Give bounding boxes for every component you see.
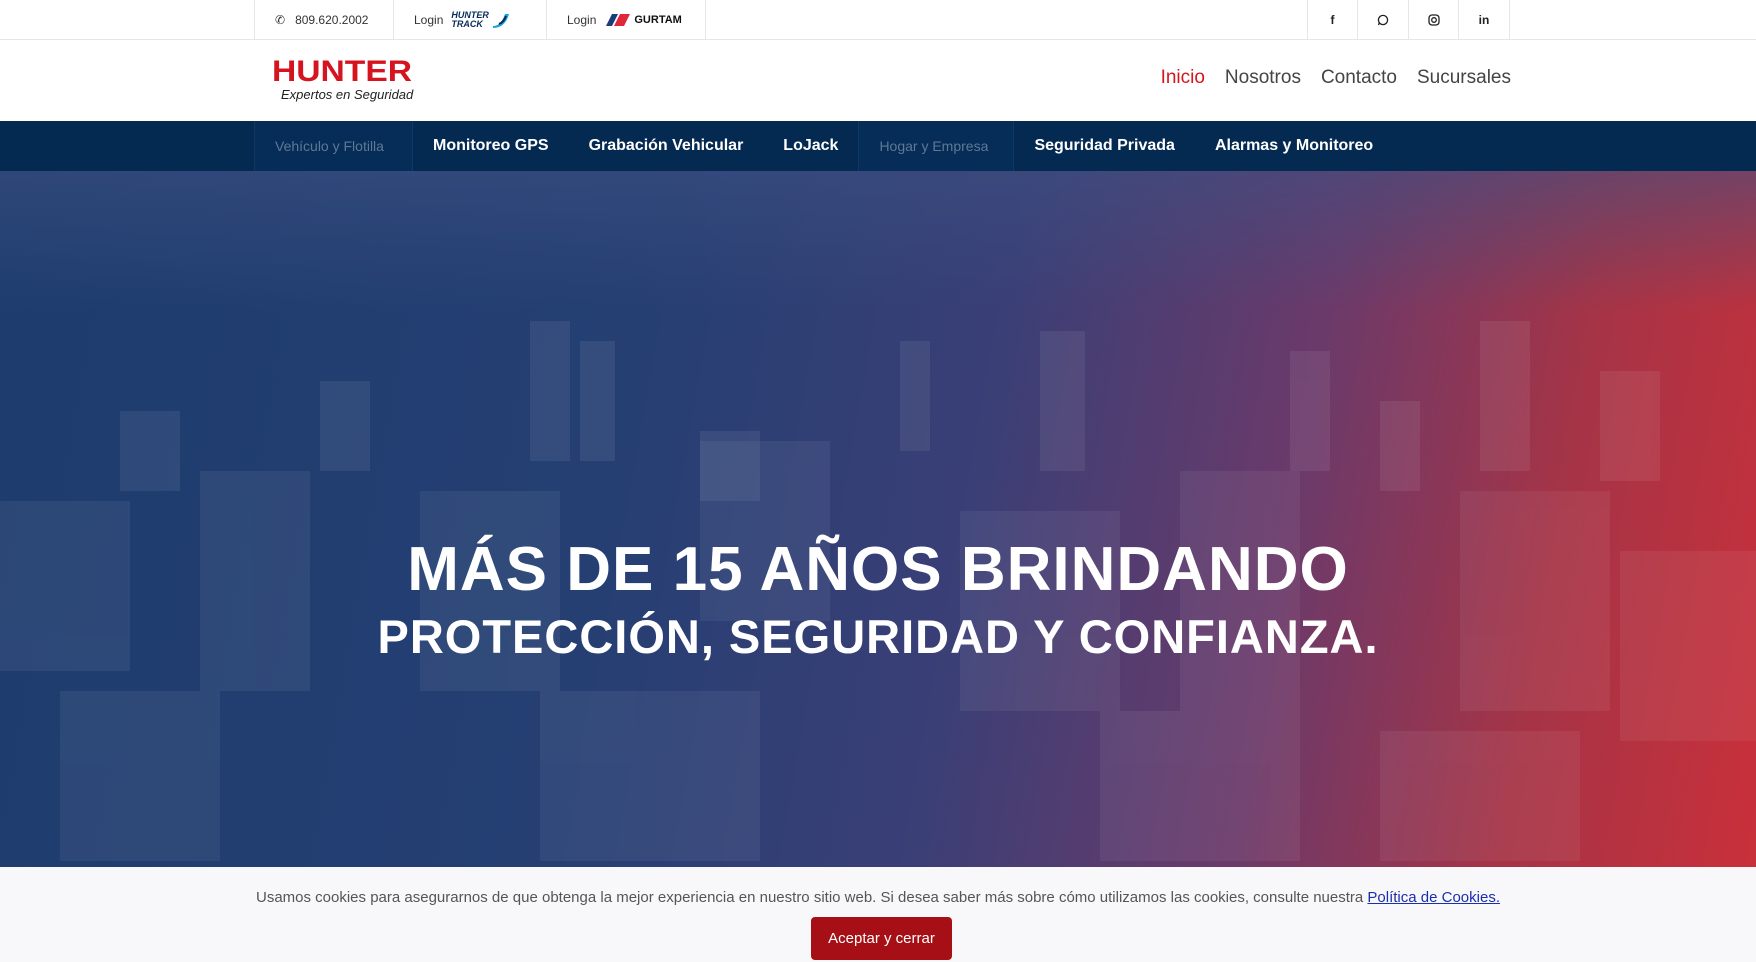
cookie-message-row: Usamos cookies para asegurarnos de que o… xyxy=(0,889,1756,906)
login-label: Login xyxy=(414,13,444,27)
category-seguridad-privada[interactable]: Seguridad Privada xyxy=(1014,121,1195,171)
nav-nosotros[interactable]: Nosotros xyxy=(1225,67,1301,89)
nav-inicio[interactable]: Inicio xyxy=(1161,67,1205,89)
gurtam-wordmark: GURTAM xyxy=(634,14,682,26)
nav-sucursales[interactable]: Sucursales xyxy=(1417,67,1511,89)
whatsapp-icon[interactable] xyxy=(1357,0,1407,40)
gurtam-mark-icon xyxy=(606,14,631,26)
category-grabacion-vehicular[interactable]: Grabación Vehicular xyxy=(569,121,764,171)
phone-number: 809.620.2002 xyxy=(295,13,369,27)
category-bar-inner: Vehículo y Flotilla Monitoreo GPS Grabac… xyxy=(254,121,1393,171)
phone-contact[interactable]: ✆ 809.620.2002 xyxy=(254,0,393,40)
phone-icon: ✆ xyxy=(275,13,286,27)
login-label: Login xyxy=(567,13,597,27)
cookie-message: Usamos cookies para asegurarnos de que o… xyxy=(255,889,1364,906)
facebook-icon[interactable]: f xyxy=(1307,0,1357,40)
hunter-track-logo-bottom: TRACK xyxy=(451,19,483,29)
top-utility-bar: ✆ 809.620.2002 Login HUNTER TRACK Login xyxy=(0,0,1756,40)
logo-tagline: Expertos en Seguridad xyxy=(281,87,414,102)
hero-headline: MÁS DE 15 AÑOS BRINDANDO xyxy=(407,535,1349,604)
logo-wordmark: HUNTER xyxy=(272,55,412,88)
nav-contacto[interactable]: Contacto xyxy=(1321,67,1397,89)
cookie-banner: Usamos cookies para asegurarnos de que o… xyxy=(0,867,1756,962)
hunter-track-swoosh-icon xyxy=(492,14,509,28)
category-alarmas-monitoreo[interactable]: Alarmas y Monitoreo xyxy=(1195,121,1393,171)
category-bar: Vehículo y Flotilla Monitoreo GPS Grabac… xyxy=(0,121,1756,171)
category-lojack[interactable]: LoJack xyxy=(763,121,858,171)
category-group-hogar: Hogar y Empresa xyxy=(858,121,1015,171)
main-nav: Inicio Nosotros Contacto Sucursales xyxy=(1161,67,1511,89)
linkedin-icon[interactable]: in xyxy=(1458,0,1510,40)
cookie-policy-link[interactable]: Política de Cookies. xyxy=(1367,889,1500,906)
hunter-logo[interactable]: HUNTER Expertos en Seguridad xyxy=(272,57,444,104)
category-group-vehiculo: Vehículo y Flotilla xyxy=(254,121,413,171)
hunter-track-logo: HUNTER TRACK xyxy=(451,11,511,29)
city-skyline-image xyxy=(0,321,1756,861)
hero-subheadline: PROTECCIÓN, SEGURIDAD Y CONFIANZA. xyxy=(377,610,1379,663)
site-header: HUNTER Expertos en Seguridad Inicio Noso… xyxy=(0,41,1756,121)
gurtam-logo: GURTAM xyxy=(606,14,682,26)
login-hunter-track-link[interactable]: Login HUNTER TRACK xyxy=(393,0,546,40)
hero-banner: MÁS DE 15 AÑOS BRINDANDO PROTECCIÓN, SEG… xyxy=(0,171,1756,867)
instagram-icon[interactable] xyxy=(1408,0,1458,40)
accept-cookies-button[interactable]: Aceptar y cerrar xyxy=(811,917,952,960)
login-gurtam-link[interactable]: Login GURTAM xyxy=(546,0,706,40)
top-utility-inner: ✆ 809.620.2002 Login HUNTER TRACK Login xyxy=(254,0,1510,40)
category-monitoreo-gps[interactable]: Monitoreo GPS xyxy=(413,121,569,171)
